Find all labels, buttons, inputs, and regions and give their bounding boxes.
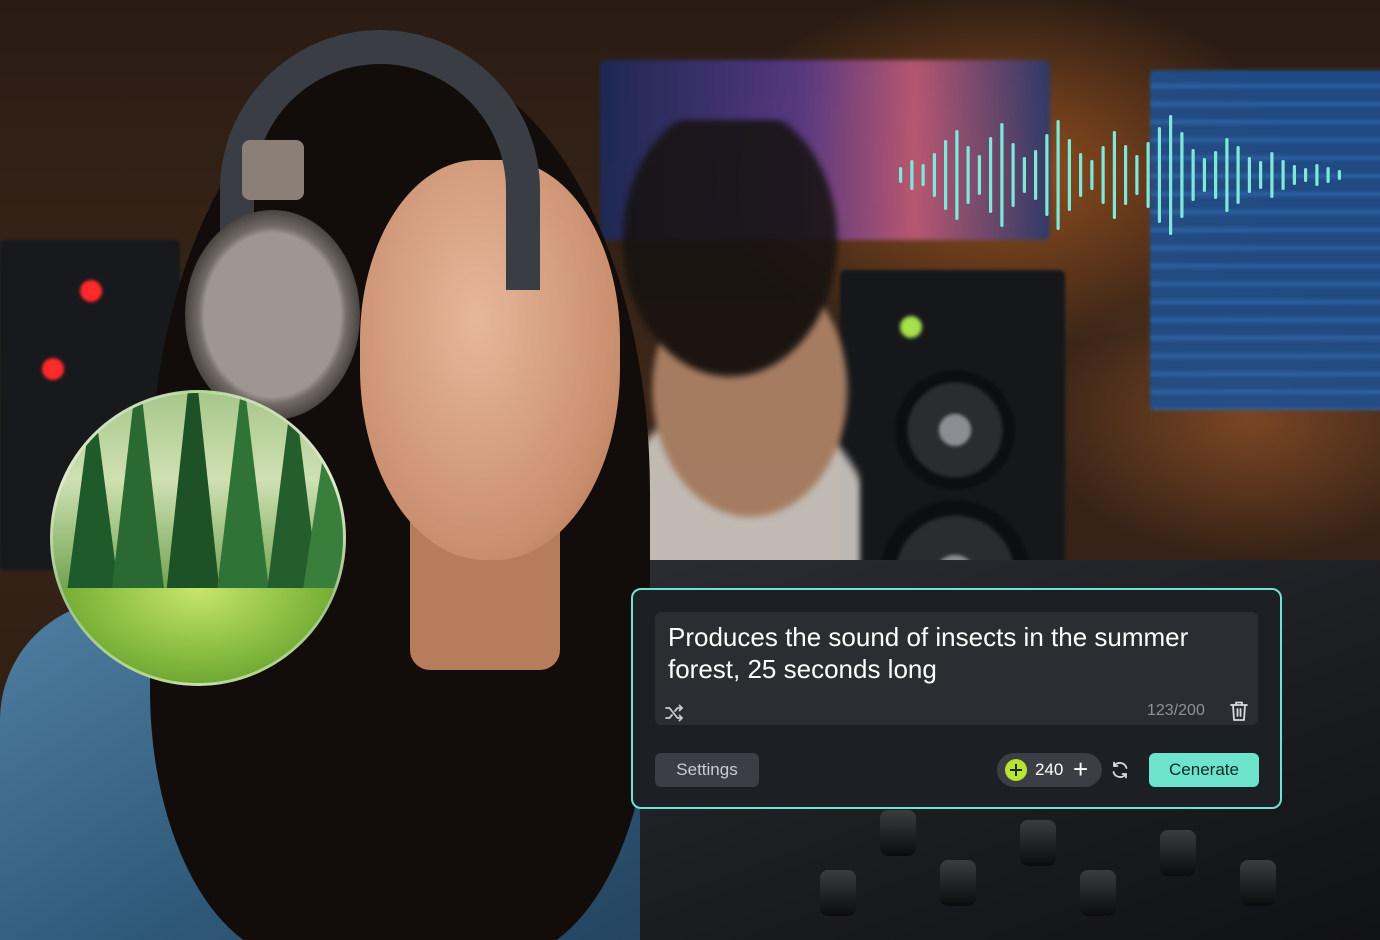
speaker-tweeter [895, 370, 1015, 490]
right-studio-speaker [840, 270, 1065, 650]
speaker-led [900, 316, 922, 338]
audio-waveform-graphic [899, 115, 1341, 235]
speaker-led [80, 280, 102, 302]
shuffle-icon[interactable] [664, 703, 684, 723]
credits-value: 240 [1035, 760, 1064, 779]
credit-coin-icon [1005, 759, 1027, 781]
add-credits-button[interactable]: + [1073, 754, 1088, 784]
prompt-text[interactable]: Produces the sound of insects in the sum… [668, 621, 1228, 685]
refresh-icon[interactable] [1110, 760, 1130, 780]
headphone-earcup [185, 210, 360, 420]
sound-prompt-panel: Produces the sound of insects in the sum… [631, 588, 1282, 809]
forest-meadow [53, 588, 343, 683]
forest-thumbnail [50, 390, 346, 686]
character-counter: 123/200 [1147, 702, 1205, 719]
trash-icon[interactable] [1229, 700, 1249, 722]
credits-badge[interactable]: 240 + [997, 753, 1102, 787]
headphone-slider [242, 140, 304, 200]
speaker-led [42, 358, 64, 380]
generate-button[interactable]: Cenerate [1149, 753, 1259, 787]
settings-button[interactable]: Settings [655, 753, 759, 787]
